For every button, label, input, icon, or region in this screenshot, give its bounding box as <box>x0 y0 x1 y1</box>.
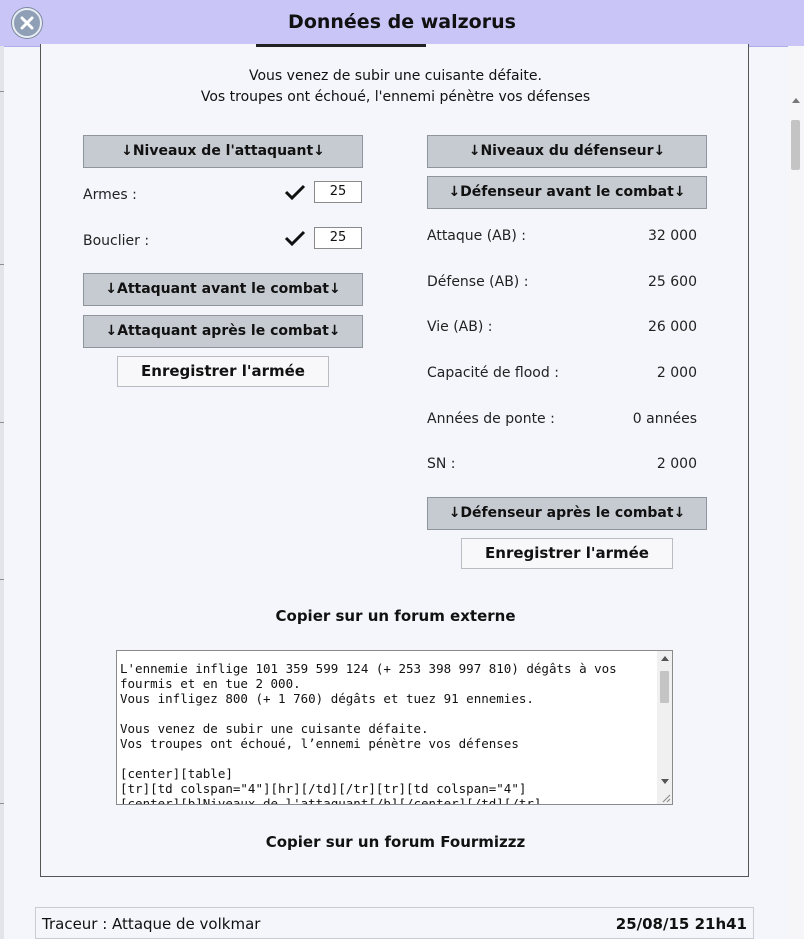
defender-stat-label: Années de ponte : <box>427 411 555 427</box>
scroll-up-icon[interactable] <box>661 656 669 661</box>
tracer-date: 25/08/15 21h41 <box>615 915 747 933</box>
textarea-content: L'ennemie inflige 101 359 599 124 (+ 253… <box>120 651 650 805</box>
page-scroll-thumb[interactable] <box>791 120 800 170</box>
defender-save-army-button[interactable]: Enregistrer l'armée <box>461 538 673 569</box>
attacker-after-combat-button[interactable]: ↓Attaquant après le combat↓ <box>83 315 363 348</box>
background-page-edge <box>0 46 4 939</box>
textarea-line: fourmis et en tue 2 000. <box>120 676 301 691</box>
defender-stat-label: Capacité de flood : <box>427 365 559 381</box>
scroll-down-icon[interactable] <box>661 779 669 784</box>
battle-report-panel: Vous venez de subir une cuisante défaite… <box>40 44 749 877</box>
defender-stat-value: 2 000 <box>656 365 697 381</box>
scroll-up-icon[interactable] <box>792 98 800 103</box>
textarea-line: Vous infligez 800 (+ 1 760) dégâts et tu… <box>120 691 534 706</box>
textarea-line: [tr][td colspan="4"][hr][/td][/tr][tr][t… <box>120 781 527 796</box>
shield-label: Bouclier : <box>83 233 150 249</box>
defender-stat-label: Vie (AB) : <box>427 319 493 335</box>
window-title: Données de walzorus <box>288 11 516 33</box>
defender-stat-value: 32 000 <box>648 228 697 244</box>
weapons-label: Armes : <box>83 187 137 203</box>
textarea-line: L'ennemie inflige 101 359 599 124 (+ 253… <box>120 661 617 676</box>
external-forum-textarea[interactable]: L'ennemie inflige 101 359 599 124 (+ 253… <box>116 650 673 805</box>
textarea-scroll-thumb[interactable] <box>660 671 669 703</box>
attacker-before-combat-button[interactable]: ↓Attaquant avant le combat↓ <box>83 273 363 306</box>
page-scrollbar[interactable] <box>788 46 804 939</box>
clipped-text-fragment <box>256 44 426 47</box>
textarea-line: Vous venez de subir une cuisante défaite… <box>120 721 429 736</box>
tracer-row[interactable]: Traceur : Attaque de volkmar 25/08/15 21… <box>35 907 754 939</box>
defender-stat-value: 25 600 <box>648 274 697 290</box>
resize-grip-icon[interactable] <box>661 793 671 803</box>
window-titlebar: Données de walzorus <box>0 0 804 47</box>
defender-stat-value: 26 000 <box>648 319 697 335</box>
defender-stat-value: 2 000 <box>656 456 697 472</box>
attacker-save-army-button[interactable]: Enregistrer l'armée <box>117 356 329 387</box>
weapons-check-icon <box>284 184 306 201</box>
defender-before-combat-button[interactable]: ↓Défenseur avant le combat↓ <box>427 176 707 209</box>
defender-stat-label: SN : <box>427 456 456 472</box>
defender-after-combat-button[interactable]: ↓Défenseur après le combat↓ <box>427 497 707 530</box>
textarea-line <box>120 651 650 661</box>
shield-level-input[interactable]: 25 <box>314 227 362 249</box>
external-forum-title: Copier sur un forum externe <box>275 607 516 625</box>
textarea-line: [center][b]Niveaux de l'attaquant[/b][/c… <box>120 796 542 805</box>
defender-stat-label: Défense (AB) : <box>427 274 529 290</box>
textarea-line <box>120 751 650 766</box>
weapons-level-input[interactable]: 25 <box>314 181 362 203</box>
defeat-message-line-1: Vous venez de subir une cuisante défaite… <box>249 68 542 84</box>
defender-levels-button[interactable]: ↓Niveaux du défenseur↓ <box>427 135 707 168</box>
attacker-levels-button[interactable]: ↓Niveaux de l'attaquant↓ <box>83 135 363 168</box>
defender-stat-value: 0 années <box>632 411 697 427</box>
fourmizzz-forum-title: Copier sur un forum Fourmizzz <box>265 833 526 851</box>
textarea-line: [center][table] <box>120 766 233 781</box>
textarea-line: Vos troupes ont échoué, l’ennemi pénètre… <box>120 736 519 751</box>
textarea-line <box>120 706 650 721</box>
defender-stat-label: Attaque (AB) : <box>427 228 526 244</box>
tracer-label: Traceur : Attaque de volkmar <box>42 915 261 933</box>
textarea-scrollbar[interactable] <box>657 651 672 804</box>
shield-check-icon <box>284 230 306 247</box>
defeat-message-line-2: Vos troupes ont échoué, l'ennemi pénètre… <box>200 89 591 105</box>
